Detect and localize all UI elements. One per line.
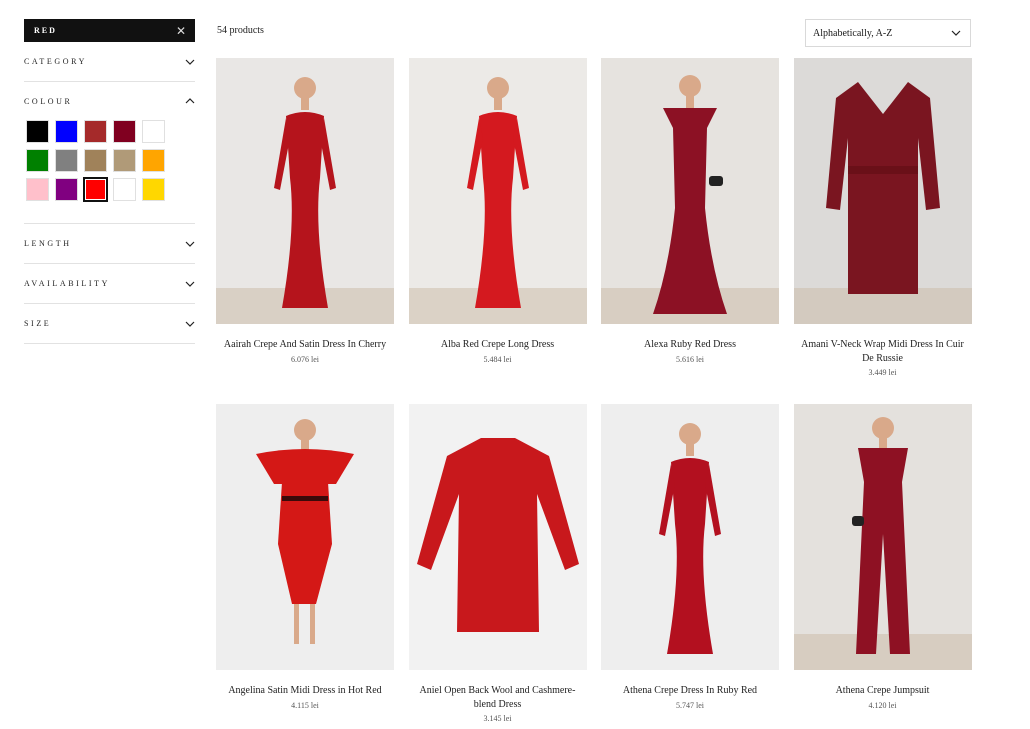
product-image[interactable] bbox=[216, 404, 394, 670]
product-info: Athena Crepe Dress In Ruby Red 5.747 lei bbox=[601, 670, 779, 710]
product-info: Alexa Ruby Red Dress 5.616 lei bbox=[601, 324, 779, 364]
colour-swatch-purple[interactable] bbox=[55, 178, 78, 201]
product-info: Amani V-Neck Wrap Midi Dress In Cuir De … bbox=[794, 324, 972, 377]
product-card[interactable]: Amani V-Neck Wrap Midi Dress In Cuir De … bbox=[793, 58, 972, 404]
product-card[interactable]: Aniel Open Back Wool and Cashmere-blend … bbox=[408, 404, 587, 723]
product-price: 4.115 lei bbox=[291, 700, 319, 710]
colour-swatch-orange[interactable] bbox=[142, 149, 165, 172]
facet-size: SIZE bbox=[24, 304, 195, 344]
product-price: 5.747 lei bbox=[676, 700, 704, 710]
product-price: 3.449 lei bbox=[868, 368, 897, 377]
colour-swatch-grid bbox=[24, 120, 195, 223]
colour-swatch-blue[interactable] bbox=[55, 120, 78, 143]
colour-swatch-ivory[interactable] bbox=[113, 178, 136, 201]
colour-swatch-beige[interactable] bbox=[113, 149, 136, 172]
facet-category-toggle[interactable]: CATEGORY bbox=[24, 42, 195, 81]
product-name[interactable]: Athena Crepe Dress In Ruby Red bbox=[601, 684, 779, 698]
facet-size-toggle[interactable]: SIZE bbox=[24, 304, 195, 343]
colour-swatch-red[interactable] bbox=[83, 177, 108, 202]
product-price: 5.484 lei bbox=[483, 354, 512, 364]
chevron-down-icon bbox=[185, 57, 195, 67]
colour-swatch-burgundy[interactable] bbox=[113, 120, 136, 143]
colour-swatch-grey[interactable] bbox=[55, 149, 78, 172]
facet-colour-toggle[interactable]: COLOUR bbox=[24, 82, 195, 120]
product-price: 4.120 lei bbox=[868, 700, 897, 710]
chevron-down-icon bbox=[951, 28, 961, 38]
product-info: Alba Red Crepe Long Dress 5.484 lei bbox=[409, 324, 587, 364]
close-icon[interactable]: ✕ bbox=[176, 25, 186, 37]
facet-category: CATEGORY bbox=[24, 42, 195, 82]
sort-select[interactable]: Alphabetically, A-Z bbox=[805, 19, 971, 47]
product-image[interactable] bbox=[408, 58, 587, 324]
product-image[interactable] bbox=[216, 58, 394, 324]
facet-size-label: SIZE bbox=[24, 319, 52, 328]
colour-swatch-pink[interactable] bbox=[26, 178, 49, 201]
colour-swatch-gold[interactable] bbox=[84, 149, 107, 172]
product-info: Aairah Crepe And Satin Dress In Cherry 6.… bbox=[216, 324, 394, 364]
product-price: 5.616 lei bbox=[676, 354, 704, 364]
product-image[interactable] bbox=[793, 58, 972, 324]
product-name[interactable]: Athena Crepe Jumpsuit bbox=[794, 684, 972, 698]
colour-swatch-white[interactable] bbox=[142, 120, 165, 143]
facet-colour-label: COLOUR bbox=[24, 96, 73, 106]
product-card[interactable]: Angelina Satin Midi Dress in Hot Red 4.11… bbox=[216, 404, 394, 723]
product-image[interactable] bbox=[601, 58, 779, 324]
colour-swatch-black[interactable] bbox=[26, 120, 49, 143]
facet-availability-toggle[interactable]: AVAILABILITY bbox=[24, 264, 195, 303]
filter-sidebar: RED ✕ CATEGORY COLOUR LENGTH AVAILABILIT… bbox=[24, 19, 195, 344]
chevron-down-icon bbox=[185, 319, 195, 329]
product-card[interactable]: Aairah Crepe And Satin Dress In Cherry 6.… bbox=[216, 58, 394, 404]
product-card[interactable]: Athena Crepe Jumpsuit 4.120 lei bbox=[793, 404, 972, 723]
chevron-down-icon bbox=[185, 239, 195, 249]
product-image[interactable] bbox=[408, 404, 587, 670]
product-price: 3.145 lei bbox=[483, 714, 512, 723]
product-count: 54 products bbox=[217, 25, 264, 36]
facet-availability: AVAILABILITY bbox=[24, 264, 195, 304]
product-name[interactable]: Amani V-Neck Wrap Midi Dress In Cuir De … bbox=[794, 338, 972, 365]
facet-length-label: LENGTH bbox=[24, 239, 72, 248]
facet-availability-label: AVAILABILITY bbox=[24, 279, 111, 288]
product-info: Angelina Satin Midi Dress in Hot Red 4.11… bbox=[216, 670, 394, 710]
product-image[interactable] bbox=[793, 404, 972, 670]
product-name[interactable]: Alexa Ruby Red Dress bbox=[601, 338, 779, 352]
facet-length-toggle[interactable]: LENGTH bbox=[24, 224, 195, 263]
facet-category-label: CATEGORY bbox=[24, 57, 88, 66]
colour-swatch-yellow[interactable] bbox=[142, 178, 165, 201]
colour-swatch-green[interactable] bbox=[26, 149, 49, 172]
product-image[interactable] bbox=[601, 404, 779, 670]
product-name[interactable]: Aairah Crepe And Satin Dress In Cherry bbox=[216, 338, 394, 352]
product-name[interactable]: Alba Red Crepe Long Dress bbox=[409, 338, 587, 352]
product-card[interactable]: Alexa Ruby Red Dress 5.616 lei bbox=[601, 58, 779, 404]
facet-colour: COLOUR bbox=[24, 82, 195, 224]
chevron-down-icon bbox=[185, 279, 195, 289]
facet-length: LENGTH bbox=[24, 224, 195, 264]
product-info: Athena Crepe Jumpsuit 4.120 lei bbox=[794, 670, 972, 710]
product-name[interactable]: Angelina Satin Midi Dress in Hot Red bbox=[216, 684, 394, 698]
product-card[interactable]: Alba Red Crepe Long Dress 5.484 lei bbox=[408, 58, 587, 404]
product-card[interactable]: Athena Crepe Dress In Ruby Red 5.747 lei bbox=[601, 404, 779, 723]
colour-swatch-brown-red[interactable] bbox=[84, 120, 107, 143]
sort-select-value: Alphabetically, A-Z bbox=[813, 27, 893, 39]
product-price: 6.076 lei bbox=[291, 354, 319, 364]
chevron-up-icon bbox=[185, 96, 195, 106]
active-filter-label: RED bbox=[34, 26, 57, 35]
active-filter-chip[interactable]: RED ✕ bbox=[24, 19, 195, 42]
product-name[interactable]: Aniel Open Back Wool and Cashmere-blend … bbox=[409, 684, 587, 711]
product-grid: Aairah Crepe And Satin Dress In Cherry 6.… bbox=[216, 58, 972, 723]
product-info: Aniel Open Back Wool and Cashmere-blend … bbox=[409, 670, 587, 723]
